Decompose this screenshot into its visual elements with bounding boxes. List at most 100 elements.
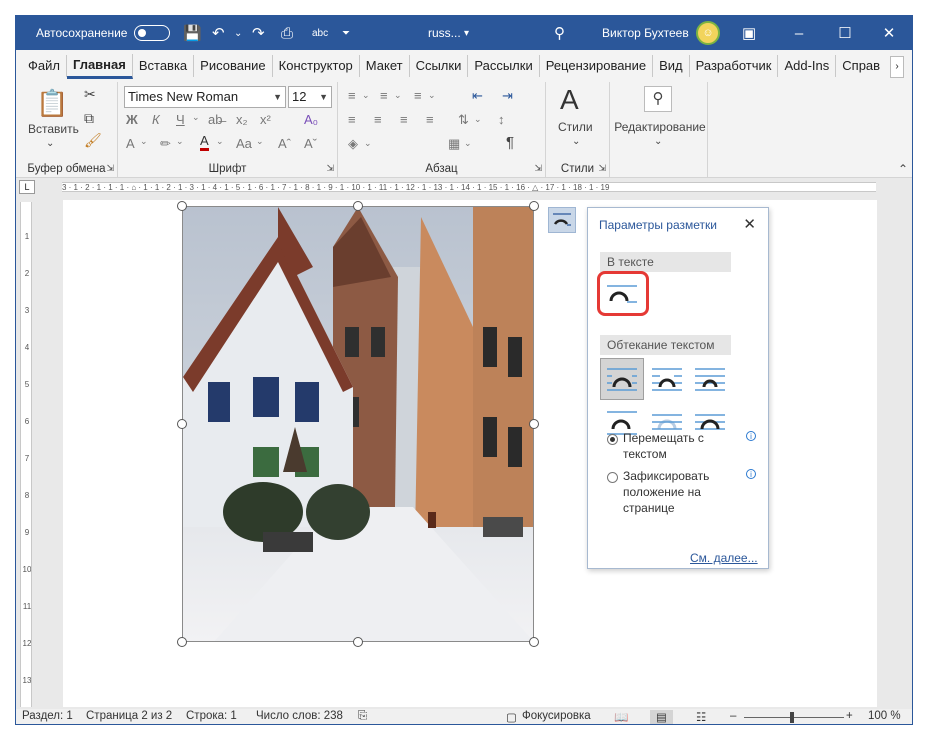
web-layout-icon[interactable]: ☷ [696, 710, 706, 724]
font-launcher-icon[interactable]: ⇲ [326, 163, 334, 174]
wrap-square-option[interactable] [600, 358, 644, 400]
section-indicator[interactable]: Раздел: 1 [22, 710, 73, 722]
doc-name-dropdown-icon[interactable]: ▾ [464, 16, 469, 50]
borders-icon[interactable]: ▦ [448, 136, 460, 152]
tab-8[interactable]: Рецензирование [540, 55, 654, 77]
zoom-level[interactable]: 100 % [868, 710, 901, 722]
layout-options-button[interactable] [548, 207, 576, 233]
change-case-button[interactable]: Aa [236, 136, 252, 151]
redo-icon[interactable]: ↷ [252, 16, 265, 50]
resize-handle-top[interactable] [353, 201, 363, 211]
collapse-ribbon-icon[interactable]: ⌃ [898, 162, 908, 176]
undo-dropdown-icon[interactable]: ⌄ [234, 16, 242, 50]
change-case-dropdown-icon[interactable]: ⌄ [256, 136, 264, 147]
underline-button[interactable]: Ч [176, 112, 185, 127]
resize-handle-top-right[interactable] [529, 201, 539, 211]
resize-handle-bottom[interactable] [353, 637, 363, 647]
print-layout-icon[interactable]: ⎙ [281, 16, 293, 50]
minimize-icon[interactable]: – [776, 16, 822, 50]
tab-12[interactable]: Справ [836, 55, 886, 77]
text-effects-dropdown-icon[interactable]: ⌄ [140, 136, 148, 147]
underline-dropdown-icon[interactable]: ⌄ [192, 112, 200, 123]
numbering-icon[interactable]: ≡ [380, 88, 388, 103]
font-name-select[interactable]: Times New Roman ▼ [124, 86, 286, 108]
paste-button[interactable]: Вставить [28, 122, 79, 136]
avatar[interactable]: ☺ [696, 16, 720, 50]
tab-11[interactable]: Add-Ins [778, 55, 837, 77]
fix-position-radio[interactable] [607, 472, 618, 483]
paragraph-launcher-icon[interactable]: ⇲ [534, 163, 542, 174]
styles-dropdown-icon[interactable]: ⌄ [572, 136, 580, 147]
move-with-text-label[interactable]: Перемещать с текстом [623, 430, 713, 462]
vertical-ruler[interactable]: 1 2 3 4 5 6 7 8 9 10 11 12 13 [20, 202, 32, 707]
resize-handle-bottom-right[interactable] [529, 637, 539, 647]
numbering-dropdown-icon[interactable]: ⌄ [394, 90, 402, 101]
superscript-icon[interactable]: x² [260, 112, 271, 127]
justify-icon[interactable]: ≡ [426, 112, 434, 127]
save-icon[interactable]: 💾 [183, 16, 202, 50]
tab-9[interactable]: Вид [653, 55, 690, 77]
fix-position-label[interactable]: Зафиксировать положение на странице [623, 468, 723, 516]
shading-dropdown-icon[interactable]: ⌄ [364, 138, 372, 149]
bullets-dropdown-icon[interactable]: ⌄ [362, 90, 370, 101]
sort-icon[interactable]: ↕ [498, 112, 505, 127]
editing-button[interactable]: Редактирование [614, 120, 706, 134]
text-effects-icon[interactable]: A [126, 136, 135, 151]
clear-formatting-icon[interactable]: A₀ [304, 112, 318, 127]
font-color-icon[interactable]: A [200, 134, 209, 151]
bold-button[interactable]: Ж [126, 112, 138, 127]
page-indicator[interactable]: Страница 2 из 2 [86, 710, 172, 722]
highlight-dropdown-icon[interactable]: ⌄ [176, 136, 184, 147]
inserted-photo[interactable] [182, 206, 534, 642]
tab-1[interactable]: Главная [66, 53, 133, 79]
increase-indent-icon[interactable]: ⇥ [502, 88, 513, 104]
highlight-icon[interactable]: ✏ [160, 136, 171, 152]
zoom-out-icon[interactable]: – [730, 710, 736, 722]
close-icon[interactable]: ✕ [743, 215, 756, 233]
tab-3[interactable]: Рисование [194, 55, 273, 77]
focus-icon[interactable]: ▢ [506, 710, 517, 724]
word-count[interactable]: Число слов: 238 [256, 710, 343, 722]
format-painter-icon[interactable]: 🖌 [84, 132, 102, 149]
editing-dropdown-icon[interactable]: ⌄ [654, 136, 662, 147]
user-name[interactable]: Виктор Бухтеев [602, 16, 689, 50]
font-size-select[interactable]: 12 ▼ [288, 86, 332, 108]
copy-icon[interactable]: ⧉ [84, 110, 94, 127]
paste-icon[interactable]: 📋 [36, 88, 68, 119]
multilevel-list-icon[interactable]: ≡ [414, 88, 422, 103]
customize-toolbar-icon[interactable]: ⏷ [342, 16, 350, 50]
tab-0[interactable]: Файл [22, 55, 67, 77]
proofing-icon[interactable]: ⎘ [358, 710, 367, 723]
resize-handle-left[interactable] [177, 419, 187, 429]
styles-launcher-icon[interactable]: ⇲ [598, 163, 606, 174]
tab-4[interactable]: Конструктор [273, 55, 360, 77]
tabs-scroll-right-icon[interactable]: › [890, 56, 904, 78]
move-with-text-radio[interactable] [607, 434, 618, 445]
bullets-icon[interactable]: ≡ [348, 88, 356, 103]
focus-button[interactable]: Фокусировка [522, 710, 591, 722]
styles-icon[interactable]: A [560, 84, 579, 116]
cut-icon[interactable]: ✂ [84, 86, 96, 103]
grow-font-icon[interactable]: Aˆ [278, 136, 291, 151]
maximize-icon[interactable]: ☐ [822, 16, 868, 50]
tab-6[interactable]: Ссылки [410, 55, 469, 77]
shrink-font-icon[interactable]: Aˇ [304, 136, 317, 151]
shading-icon[interactable]: ◈ [348, 136, 358, 152]
resize-handle-top-left[interactable] [177, 201, 187, 211]
decrease-indent-icon[interactable]: ⇤ [472, 88, 483, 104]
close-icon[interactable]: ✕ [866, 16, 912, 50]
tab-7[interactable]: Рассылки [468, 55, 540, 77]
read-mode-icon[interactable]: 📖 [614, 710, 628, 724]
tab-10[interactable]: Разработчик [690, 55, 779, 77]
show-marks-icon[interactable]: ¶ [506, 134, 514, 151]
align-right-icon[interactable]: ≡ [400, 112, 408, 127]
document-name[interactable]: russ... [428, 16, 461, 50]
resize-handle-bottom-left[interactable] [177, 637, 187, 647]
info-icon[interactable]: i [746, 469, 756, 479]
styles-button[interactable]: Стили [558, 120, 593, 134]
clipboard-launcher-icon[interactable]: ⇲ [106, 163, 114, 174]
line-spacing-icon[interactable]: ⇅ [458, 112, 469, 128]
zoom-slider[interactable] [744, 717, 844, 718]
see-more-link[interactable]: См. далее... [690, 551, 758, 565]
line-spacing-dropdown-icon[interactable]: ⌄ [474, 114, 482, 125]
